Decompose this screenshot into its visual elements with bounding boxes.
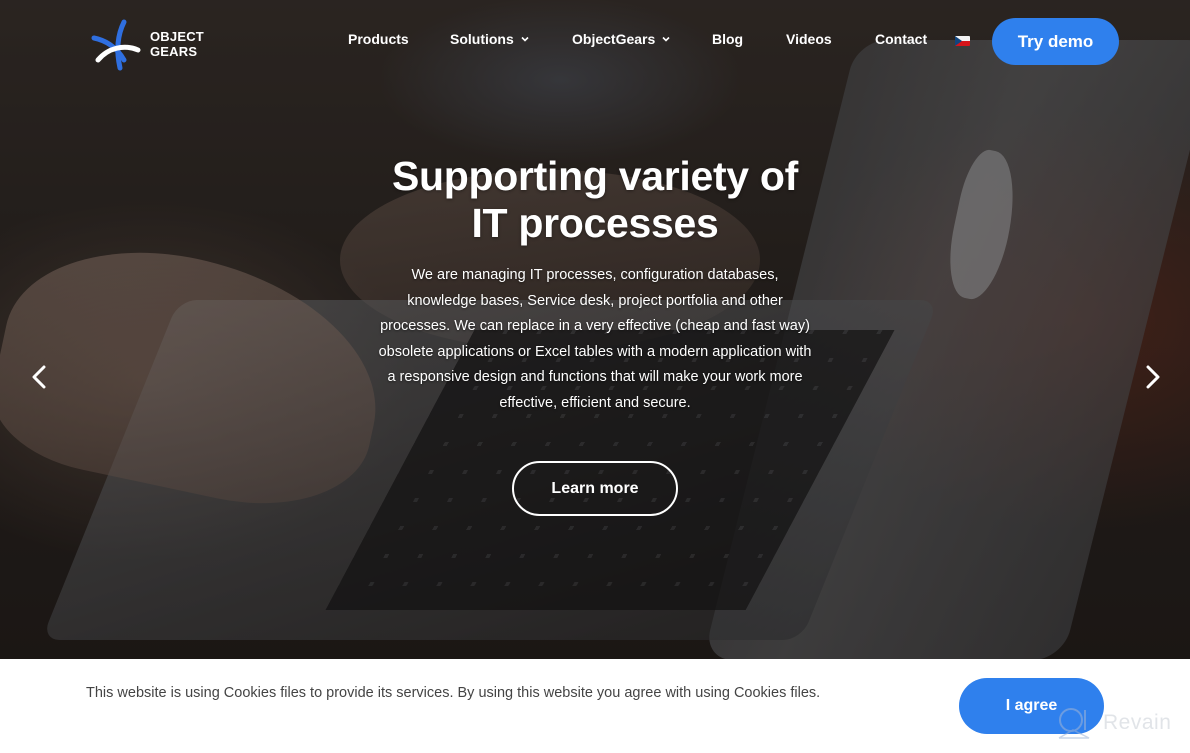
revain-watermark-text: Revain: [1103, 711, 1172, 734]
logo-link[interactable]: OBJECT GEARS: [90, 16, 204, 72]
slider-prev-button[interactable]: [27, 364, 51, 390]
chevron-left-icon: [32, 365, 46, 389]
logo-text-line2: GEARS: [150, 44, 198, 59]
hero-title-line2: IT processes: [471, 200, 719, 246]
nav-item-solutions[interactable]: Solutions: [450, 31, 530, 47]
revain-logo-icon: [1058, 708, 1090, 739]
hero-title: Supporting variety of IT processes: [345, 153, 845, 247]
logo-text-line1: OBJECT: [150, 29, 204, 44]
hero-description: We are managing IT processes, configurat…: [378, 267, 812, 411]
nav-item-objectgears[interactable]: ObjectGears: [572, 31, 671, 47]
nav-item-label: Contact: [875, 31, 928, 47]
nav-item-contact[interactable]: Contact: [875, 31, 927, 47]
nav-item-label: Videos: [786, 31, 832, 47]
czech-flag-icon[interactable]: [955, 36, 970, 46]
objectgears-logo-icon: [91, 19, 141, 71]
nav-item-products[interactable]: Products: [348, 31, 409, 47]
nav-item-label: Blog: [712, 31, 744, 47]
cookie-message: This website is using Cookies files to p…: [86, 685, 821, 701]
hero-slider: Supporting variety of IT processes We ar…: [0, 0, 1190, 659]
hero-title-line1: Supporting variety of: [391, 153, 798, 199]
nav-item-label: Products: [348, 31, 409, 47]
cookie-consent-bar: This website is using Cookies files to p…: [0, 659, 1190, 753]
try-demo-button[interactable]: Try demo: [992, 18, 1119, 65]
chevron-down-icon: [662, 36, 670, 42]
chevron-right-icon: [1146, 365, 1160, 389]
logo-text: OBJECT GEARS: [150, 29, 204, 59]
nav-item-label: Solutions: [450, 31, 514, 47]
nav-item-blog[interactable]: Blog: [712, 31, 743, 47]
learn-more-button[interactable]: Learn more: [512, 461, 678, 516]
nav-item-label: ObjectGears: [572, 31, 656, 47]
nav-item-videos[interactable]: Videos: [786, 31, 832, 47]
slider-next-button[interactable]: [1141, 364, 1165, 390]
chevron-down-icon: [521, 36, 529, 42]
revain-watermark: Revain: [1055, 704, 1171, 742]
top-navigation: OBJECT GEARS Products Solutions ObjectGe…: [0, 0, 1190, 82]
